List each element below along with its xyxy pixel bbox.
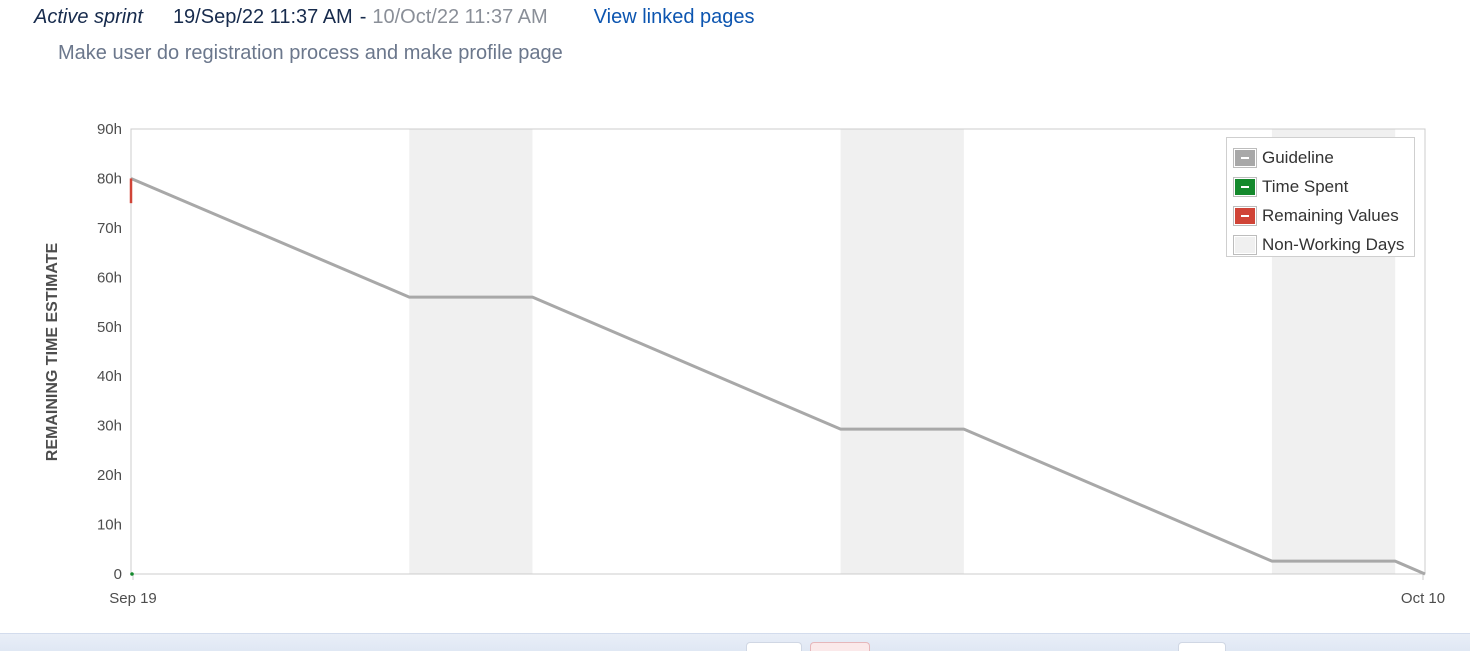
chart-legend: Guideline Time Spent Remaining Values Non-W… <box>1226 137 1415 257</box>
y-tick-label: 60h <box>97 269 122 286</box>
taskbar-button[interactable] <box>746 642 802 651</box>
y-tick-label: 10h <box>97 517 122 534</box>
x-axis-ticks: Sep 19 Oct 10 <box>109 574 1445 607</box>
taskbar-strip <box>0 633 1470 651</box>
y-tick-label: 70h <box>97 220 122 237</box>
non-working-days-band <box>840 129 964 574</box>
x-tick-label: Oct 10 <box>1401 590 1445 607</box>
y-tick-label: 80h <box>97 170 122 187</box>
y-tick-label: 50h <box>97 319 122 336</box>
y-axis-ticks: 0 10h 20h 30h 40h 50h 60h 70h 80h 90h <box>97 121 122 583</box>
legend-swatch-icon <box>1233 147 1257 168</box>
x-tick-label: Sep 19 <box>109 590 157 607</box>
taskbar-button[interactable] <box>1178 642 1226 651</box>
time-spent-series-point <box>130 572 134 576</box>
legend-item: Non-Working Days <box>1227 230 1414 259</box>
non-working-days-band <box>409 129 533 574</box>
y-tick-label: 0 <box>114 566 122 583</box>
y-tick-label: 40h <box>97 368 122 385</box>
burndown-chart: 0 10h 20h 30h 40h 50h 60h 70h 80h 90h Sep 19 Oct 1… <box>44 121 1445 607</box>
legend-item: Time Spent <box>1227 172 1414 201</box>
legend-swatch-icon <box>1233 205 1257 226</box>
legend-item: Guideline <box>1227 143 1414 172</box>
legend-item: Remaining Values <box>1227 201 1414 230</box>
legend-label: Remaining Values <box>1262 205 1399 225</box>
sprint-report-page: Active sprint 19/Sep/22 11:37 AM - 10/Oc… <box>0 0 1470 651</box>
legend-label: Guideline <box>1262 147 1334 167</box>
taskbar-button[interactable] <box>810 642 870 651</box>
y-tick-label: 30h <box>97 418 122 435</box>
y-axis-label: REMAINING TIME ESTIMATE <box>44 242 61 461</box>
y-tick-label: 20h <box>97 467 122 484</box>
legend-swatch-icon <box>1233 176 1257 197</box>
legend-swatch-icon <box>1233 234 1257 255</box>
legend-label: Time Spent <box>1262 176 1349 196</box>
y-tick-label: 90h <box>97 121 122 138</box>
legend-label: Non-Working Days <box>1262 234 1405 254</box>
